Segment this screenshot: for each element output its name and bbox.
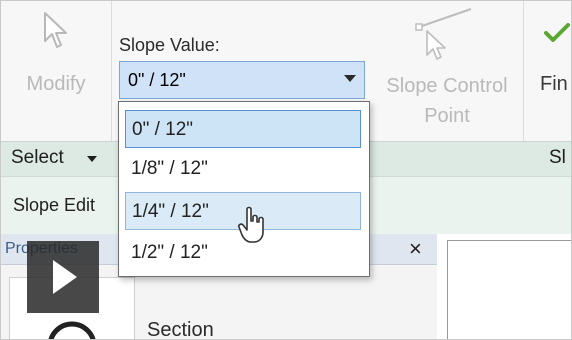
dropdown-arrow-icon[interactable] [344,75,356,82]
select-panel-label[interactable]: Select [11,147,64,169]
modify-button[interactable]: Modify [1,1,111,141]
option-label: 1/2" / 12" [131,242,208,263]
arrow-pointer-icon [44,12,67,48]
option-label: 0" / 12" [132,119,194,140]
slope-value-select[interactable]: 0" / 12" [119,61,365,99]
slope-control-point-icon [415,8,472,60]
slope-value-dropdown-list: 0" / 12" 1/8" / 12" 1/4" / 12" 1/2" / 12… [118,101,370,277]
slope-value-label: Slope Value: [119,35,220,55]
checkmark-icon [544,23,570,42]
play-icon [53,260,77,294]
app-frame: Modify Slope Value: 0" / 12" Slope Contr… [0,0,572,340]
ribbon-separator [111,1,112,141]
finish-label: Fin [540,73,568,95]
finish-button[interactable]: Fin [524,1,571,141]
dropdown-option-selected[interactable]: 0" / 12" [125,110,361,148]
play-button[interactable] [27,241,99,313]
slope-control-point-label-line2: Point [424,105,470,127]
slope-value-selected: 0" / 12" [128,70,186,90]
slope-edit-context-label: Slope Edit [13,195,96,215]
mouse-cursor-icon [238,206,264,243]
slope-control-point-button[interactable]: Slope Control Point [371,1,523,141]
slope-control-point-label-line1: Slope Control [386,75,508,97]
panel-label-partial: Sl [549,147,566,168]
section-label: Section [147,319,214,340]
chevron-down-icon[interactable] [87,156,97,162]
option-label: 1/8" / 12" [131,158,208,179]
modify-label: Modify [26,73,86,95]
view-canvas[interactable] [447,240,571,339]
dropdown-option[interactable]: 1/8" / 12" [125,150,361,188]
close-icon[interactable]: × [409,236,422,262]
option-label: 1/4" / 12" [132,201,209,222]
slope-control-point-label: Slope Control Point [371,71,523,131]
